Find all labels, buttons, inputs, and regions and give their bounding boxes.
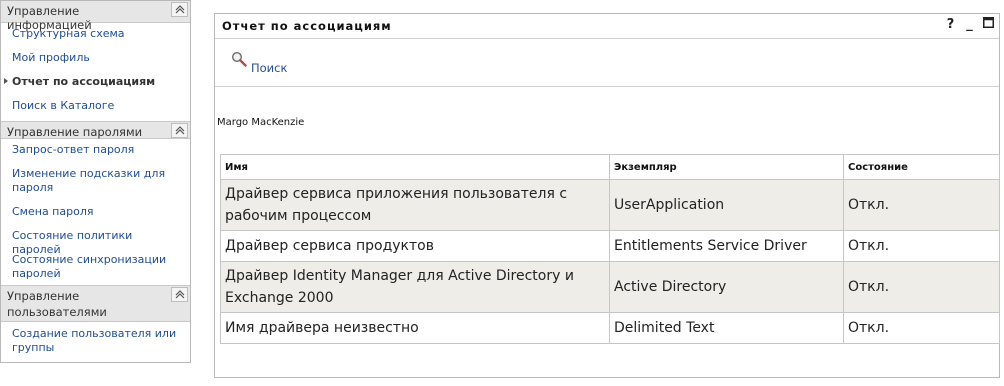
sidebar-item-create-user-group[interactable]: Создание пользователя или группы	[1, 327, 190, 355]
sidebar-item-association-report[interactable]: Отчет по ассоциациям	[1, 75, 190, 99]
section-title: Управление паролями	[7, 125, 143, 139]
sidebar-item-label: Поиск в Каталоге	[12, 99, 115, 112]
instance-cell: Entitlements Service Driver	[609, 230, 844, 262]
section-title: Управление пользователями	[7, 289, 107, 319]
search-link[interactable]: Поиск	[251, 61, 287, 75]
status-cell: Откл.	[843, 179, 1000, 231]
sidebar-item-label: Смена пароля	[12, 205, 94, 218]
column-header-instance[interactable]: Экземпляр	[609, 154, 844, 180]
sidebar-item-change-password[interactable]: Смена пароля	[1, 205, 190, 229]
sidebar-item-label: Изменение подсказки для пароля	[12, 167, 166, 194]
help-icon[interactable]: ?	[944, 17, 957, 33]
maximize-icon[interactable]	[982, 17, 995, 33]
collapse-icon[interactable]	[171, 123, 188, 138]
status-cell: Откл.	[843, 312, 1000, 344]
sidebar-item-label: Мой профиль	[12, 51, 90, 64]
sidebar-item-challenge-response[interactable]: Запрос-ответ пароля	[1, 143, 190, 167]
table-row[interactable]: Драйвер сервиса продуктов Entitlements S…	[220, 230, 1000, 262]
sidebar-item-label: Состояние синхронизации паролей	[12, 253, 167, 280]
user-name: Margo MacKenzie	[217, 117, 305, 128]
table-header-row: Имя Экземпляр Состояние	[220, 154, 1000, 180]
association-table: Имя Экземпляр Состояние Драйвер сервиса …	[220, 154, 1000, 344]
search-icon[interactable]	[231, 51, 247, 67]
sidebar-item-password-sync-status[interactable]: Состояние синхронизации паролей	[1, 253, 190, 285]
sidebar-item-password-policy-status[interactable]: Состояние политики паролей	[1, 229, 190, 256]
driver-name-cell: Имя драйвера неизвестно	[220, 312, 610, 344]
instance-cell: Delimited Text	[609, 312, 844, 344]
sidebar-item-label: Отчет по ассоциациям	[12, 75, 156, 88]
panel-controls: ? _	[944, 17, 995, 33]
sidebar-item-my-profile[interactable]: Мой профиль	[1, 51, 190, 75]
sidebar-item-label: Создание пользователя или группы	[12, 327, 177, 354]
status-cell: Откл.	[843, 261, 1000, 313]
panel-title: Отчет по ассоциациям	[222, 19, 392, 33]
sidebar-item-directory-search[interactable]: Поиск в Каталоге	[1, 99, 190, 121]
collapse-icon[interactable]	[171, 287, 188, 302]
driver-name-cell: Драйвер сервиса приложения пользователя …	[220, 179, 610, 231]
instance-cell: Active Directory	[609, 261, 844, 313]
panel-header: Отчет по ассоциациям ? _	[215, 14, 999, 39]
sidebar: Управление информацией Структурная схема…	[0, 0, 191, 363]
association-report-panel: Отчет по ассоциациям ? _ Поиск Margo Mac…	[214, 13, 1000, 378]
minimize-icon[interactable]: _	[963, 17, 976, 33]
sidebar-item-password-hint[interactable]: Изменение подсказки для пароля	[1, 167, 190, 205]
section-header-info[interactable]: Управление информацией	[1, 1, 190, 32]
column-header-name[interactable]: Имя	[220, 154, 610, 180]
driver-name-cell: Драйвер сервиса продуктов	[220, 230, 610, 262]
column-header-status[interactable]: Состояние	[843, 154, 1000, 180]
status-cell: Откл.	[843, 230, 1000, 262]
section-header-passwords[interactable]: Управление паролями	[1, 121, 190, 139]
sidebar-item-label: Запрос-ответ пароля	[12, 143, 135, 156]
sidebar-item-label: Состояние политики паролей	[12, 229, 133, 256]
table-row[interactable]: Драйвер сервиса приложения пользователя …	[220, 179, 1000, 231]
active-bullet-icon	[4, 78, 8, 84]
table-row[interactable]: Драйвер Identity Manager для Active Dire…	[220, 261, 1000, 313]
instance-cell: UserApplication	[609, 179, 844, 231]
driver-name-cell: Драйвер Identity Manager для Active Dire…	[220, 261, 610, 313]
collapse-icon[interactable]	[171, 2, 188, 17]
sidebar-item-org-chart[interactable]: Структурная схема	[1, 27, 190, 51]
sidebar-item-label: Структурная схема	[12, 27, 125, 40]
toolbar: Поиск	[215, 39, 999, 87]
section-header-users[interactable]: Управление пользователями	[1, 285, 190, 322]
table-row[interactable]: Имя драйвера неизвестно Delimited Text О…	[220, 312, 1000, 344]
